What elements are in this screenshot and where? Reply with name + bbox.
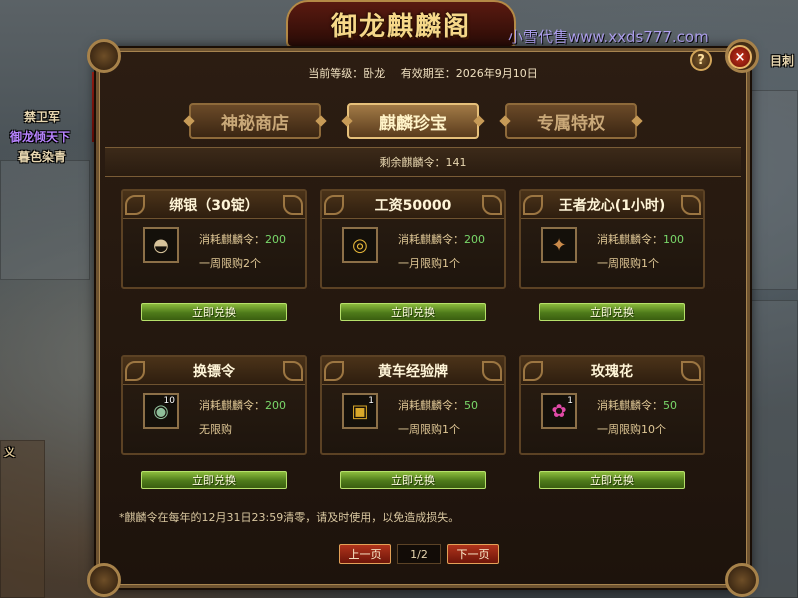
- item-name: 黄车经验牌: [322, 357, 504, 385]
- escort-token-icon[interactable]: ◉ 10: [143, 393, 179, 429]
- shop-item-card: 玫瑰花 ✿ 1 消耗麒麟令：50 一周限购10个: [519, 355, 705, 455]
- scene-object: [0, 440, 45, 598]
- corner-ornament: [725, 563, 759, 597]
- silver-ingot-icon[interactable]: ◓: [143, 227, 179, 263]
- item-cost: 消耗麒麟令：100: [597, 233, 684, 246]
- remaining-tokens-text: 剩余麒麟令：141: [379, 156, 467, 169]
- token-reset-note: *麒麟令在每年的12月31日23:59清零，请及时使用，以免造成损失。: [119, 511, 460, 524]
- item-limit: 一周限购2个: [199, 257, 261, 270]
- tab-bar: 神秘商店 麒麟珍宝 专属特权: [189, 103, 637, 139]
- exchange-button[interactable]: 立即兑换: [141, 303, 287, 321]
- tab-mystery-shop[interactable]: 神秘商店: [189, 103, 321, 139]
- valid-until-text: 有效期至：2026年9月10日: [400, 67, 538, 80]
- npc-guild-label: 御龙倾天下: [10, 130, 71, 144]
- watermark-text: 小雪代售www.xxds777.com: [508, 28, 709, 46]
- exchange-button[interactable]: 立即兑换: [141, 471, 287, 489]
- item-cost: 消耗麒麟令：200: [398, 233, 485, 246]
- gold-coins-icon[interactable]: ◎: [342, 227, 378, 263]
- tab-qilin-treasure[interactable]: 麒麟珍宝: [347, 103, 479, 139]
- rose-icon[interactable]: ✿ 1: [541, 393, 577, 429]
- side-panel-tab[interactable]: 义: [4, 444, 15, 460]
- cart-exp-card-icon[interactable]: ▣ 1: [342, 393, 378, 429]
- exchange-button[interactable]: 立即兑换: [539, 303, 685, 321]
- help-icon[interactable]: ?: [690, 49, 712, 71]
- item-cost: 消耗麒麟令：50: [398, 399, 478, 412]
- membership-info: 当前等级：卧龙 有效期至：2026年9月10日: [99, 65, 747, 81]
- dragon-heart-icon[interactable]: ✦: [541, 227, 577, 263]
- exchange-button[interactable]: 立即兑换: [340, 471, 486, 489]
- next-page-button[interactable]: 下一页: [447, 544, 499, 564]
- exchange-button[interactable]: 立即兑换: [539, 471, 685, 489]
- shop-item-card: 绑银（30锭） ◓ 消耗麒麟令：200 一周限购2个: [121, 189, 307, 289]
- tab-exclusive-privileges[interactable]: 专属特权: [505, 103, 637, 139]
- item-cost: 消耗麒麟令：50: [597, 399, 677, 412]
- shop-item-card: 换镖令 ◉ 10 消耗麒麟令：200 无限购: [121, 355, 307, 455]
- item-cost: 消耗麒麟令：200: [199, 233, 286, 246]
- shop-item-card: 黄车经验牌 ▣ 1 消耗麒麟令：50 一周限购1个: [320, 355, 506, 455]
- dialog-title-plate: 御龙麒麟阁: [286, 0, 516, 48]
- shop-item-card: 王者龙心(1小时) ✦ 消耗麒麟令：100 一周限购1个: [519, 189, 705, 289]
- item-limit: 一周限购1个: [597, 257, 659, 270]
- shop-item-card: 工资50000 ◎ 消耗麒麟令：200 一月限购1个: [320, 189, 506, 289]
- prev-page-button[interactable]: 上一页: [339, 544, 391, 564]
- item-limit: 一月限购1个: [398, 257, 460, 270]
- item-limit: 无限购: [199, 423, 232, 436]
- exchange-button[interactable]: 立即兑换: [340, 303, 486, 321]
- qilin-pavilion-dialog: 当前等级：卧龙 有效期至：2026年9月10日 神秘商店 麒麟珍宝 专属特权 剩…: [87, 39, 759, 597]
- item-name: 绑银（30锭）: [123, 191, 305, 219]
- item-limit: 一周限购1个: [398, 423, 460, 436]
- remaining-tokens: 剩余麒麟令：141: [105, 147, 741, 177]
- item-limit: 一周限购10个: [597, 423, 666, 436]
- item-name: 换镖令: [123, 357, 305, 385]
- page-indicator: 1/2: [397, 544, 441, 564]
- scene-floor: [745, 300, 798, 598]
- npc-name-label[interactable]: 禁卫军: [24, 108, 60, 125]
- item-cost: 消耗麒麟令：200: [199, 399, 286, 412]
- corner-ornament: [87, 563, 121, 597]
- pagination: 上一页 1/2 下一页: [339, 544, 499, 564]
- scene-wall: [0, 160, 90, 280]
- dialog-title: 御龙麒麟阁: [330, 11, 471, 42]
- npc-title-label: 暮色染青: [18, 150, 67, 164]
- item-name: 王者龙心(1小时): [521, 191, 703, 219]
- item-name: 工资50000: [322, 191, 504, 219]
- npc-name-label-right[interactable]: 目刺: [770, 52, 794, 69]
- current-level-text: 当前等级：卧龙: [308, 67, 386, 80]
- item-name: 玫瑰花: [521, 357, 703, 385]
- close-icon[interactable]: ×: [728, 45, 752, 69]
